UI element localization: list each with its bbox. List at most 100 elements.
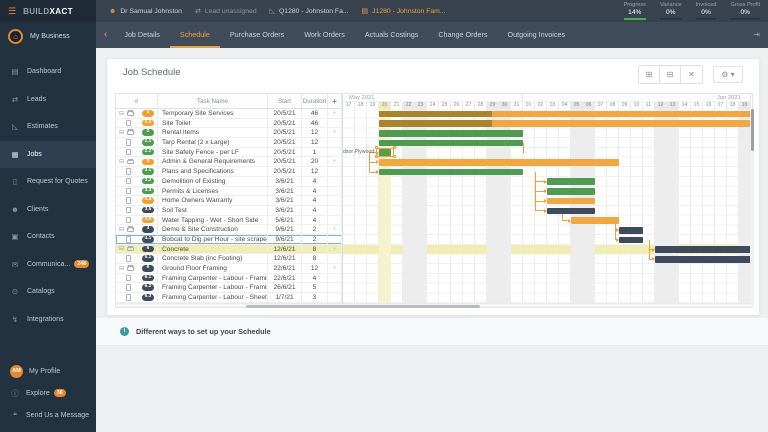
tab-actuals-costings[interactable]: Actuals Costings	[355, 22, 429, 48]
topbar-item[interactable]: ☻Dr Samual Johnston	[109, 8, 182, 15]
table-row[interactable]: ⊟2Rental Items20/5/2112+	[116, 128, 342, 138]
resize-handle[interactable]	[393, 155, 396, 158]
sidebar-item-contacts[interactable]: ▣Contacts	[0, 223, 96, 251]
zoom-in-button[interactable]: ⊞	[639, 66, 660, 83]
tab-outgoing-invoices[interactable]: Outgoing Invoices	[498, 22, 576, 48]
day-header-cell: 20	[379, 102, 391, 109]
table-row[interactable]: 5.1Concrete Slab (inc Footing)12/6/218	[116, 254, 342, 264]
gantt-bar[interactable]: Water Tapping - Wet - Short Side	[571, 217, 619, 224]
sidebar-item-jobs[interactable]: ▦Jobs	[0, 141, 96, 169]
gantt-bar[interactable]: Tarp Rental (2 x Large)	[379, 140, 523, 147]
sidebar-item-label: Request for Quotes	[27, 178, 88, 185]
row-add-placeholder	[328, 216, 342, 225]
row-add-button[interactable]: +	[328, 264, 342, 273]
hamburger-menu-icon[interactable]: ☰	[8, 6, 16, 17]
gantt-bar[interactable]: Admin & General Requirements	[379, 159, 619, 166]
gantt-settings-button[interactable]: ⚙ ▾	[713, 66, 743, 83]
gantt-bar[interactable]: Home Owners Warranty	[547, 198, 595, 205]
sidebar-footer-send-us-a-message[interactable]: ❝Send Us a Message	[0, 404, 96, 426]
gantt-bar[interactable]: Site Toilet	[379, 120, 751, 127]
gantt-bar[interactable]: Plans and Specifications	[379, 169, 523, 176]
table-row[interactable]: 3.5Soil Test3/6/214	[116, 206, 342, 216]
row-add-button[interactable]: +	[328, 128, 342, 137]
day-header-cell: 13	[667, 102, 679, 109]
table-row[interactable]: ⊟6Ground Floor Framing22/6/2112+	[116, 264, 342, 274]
task-start-date: 26/6/21	[268, 283, 302, 292]
day-header-cell: 26	[451, 102, 463, 109]
brand-build: BUILD	[23, 7, 49, 16]
table-row[interactable]: 6.2Framing Carpenter - Labour - Framing …	[116, 283, 342, 293]
table-row[interactable]: 2.2Site Safety Fence - per LF20/5/211	[116, 148, 342, 158]
gantt-bar[interactable]: Temporary Site Services	[379, 111, 751, 118]
task-number-badge: 3.2	[142, 178, 154, 185]
sidebar-item-clients[interactable]: ☻Clients	[0, 196, 96, 224]
table-row[interactable]: 6.3Framing Carpenter - Labour - Sheet Fl…	[116, 293, 342, 303]
sidebar-item-request-for-quotes[interactable]: ▯Request for Quotes	[0, 168, 96, 196]
table-row[interactable]: 3.1Plans and Specifications20/5/2112	[116, 167, 342, 177]
table-row[interactable]: 3.4Home Owners Warranty3/6/214	[116, 196, 342, 206]
tab-work-orders[interactable]: Work Orders	[294, 22, 355, 48]
sidebar-item-communica-[interactable]: ✉Communica...248	[0, 251, 96, 279]
table-row[interactable]: ⊟5Concrete12/6/218+	[116, 245, 342, 255]
schedule-help-note[interactable]: i Different ways to set up your Schedule	[96, 318, 768, 346]
table-row[interactable]: 3.2Demolition of Existing3/6/214	[116, 177, 342, 187]
task-duration: 8	[302, 245, 328, 254]
row-add-button[interactable]: +	[328, 225, 342, 234]
tab-overflow-icon[interactable]: ⇥	[753, 22, 768, 48]
table-row[interactable]: 3.6Water Tapping - Wet - Short Side5/6/2…	[116, 216, 342, 226]
expand-button[interactable]: ✕	[681, 66, 702, 83]
topbar-item[interactable]: ◺Q1280 - Johnston Fa...	[270, 7, 349, 15]
row-add-button[interactable]: +	[328, 109, 342, 118]
table-row[interactable]: 4.1Bobcat to Dig per Hour - site scrape9…	[116, 235, 342, 245]
column-header-start[interactable]: Start	[268, 94, 302, 108]
gantt-bar[interactable]: Demo & Site Construction	[619, 227, 643, 234]
sidebar-business[interactable]: ⌂ My Business	[0, 22, 96, 50]
column-header-num[interactable]: #	[116, 94, 158, 108]
table-row[interactable]: 6.1Framing Carpenter - Labour - Framing …	[116, 274, 342, 284]
table-row[interactable]: 3.3Permits & Licenses3/6/214	[116, 187, 342, 197]
table-row[interactable]: 2.1Tarp Rental (2 x Large)20/5/2112	[116, 138, 342, 148]
tab-job-details[interactable]: Job Details	[114, 22, 170, 48]
column-header-task[interactable]: Task Name	[158, 94, 268, 108]
gantt-body[interactable]: dsor Plywood)Temporary Site ServicesSite…	[343, 109, 751, 303]
sidebar-footer-explore[interactable]: ⓘExplore36	[0, 382, 96, 404]
zoom-out-button[interactable]: ⊟	[660, 66, 681, 83]
gantt-bar[interactable]: Soil Test	[547, 208, 595, 215]
tab-change-orders[interactable]: Change Orders	[428, 22, 497, 48]
topbar-item[interactable]: ▤J1280 - Johnston Fam...	[362, 7, 446, 15]
collapse-sidebar-icon[interactable]: ‹	[96, 22, 114, 48]
tab-purchase-orders[interactable]: Purchase Orders	[220, 22, 294, 48]
topbar-item[interactable]: ⇄Lead unassigned	[195, 7, 257, 15]
gantt-bar[interactable]: Concrete	[655, 246, 751, 253]
row-add-button[interactable]: +	[328, 245, 342, 254]
table-row[interactable]: 1.1Site Toilet20/5/2146	[116, 119, 342, 129]
sidebar-item-leads[interactable]: ⇄Leads	[0, 86, 96, 114]
sidebar-item-dashboard[interactable]: ▤Dashboard	[0, 58, 96, 86]
sidebar-footer-my-profile[interactable]: AMMy Profile	[0, 360, 96, 382]
horizontal-scrollbar[interactable]	[116, 303, 754, 307]
gantt-bar[interactable]: Permits & Licenses	[547, 188, 595, 195]
resize-handle[interactable]	[375, 155, 378, 158]
table-row[interactable]: ⊟1Temporary Site Services20/5/2146+	[116, 109, 342, 119]
row-add-button[interactable]: +	[328, 157, 342, 166]
column-header-dur[interactable]: Duration	[302, 94, 328, 108]
resize-handle[interactable]	[375, 146, 378, 149]
sidebar-item-estimates[interactable]: ◺Estimates	[0, 113, 96, 141]
gantt-bar[interactable]: Concrete Slab (inc Footing)	[655, 256, 751, 263]
task-number-badge: 5.1	[142, 255, 154, 262]
add-task-button[interactable]: +	[328, 94, 342, 108]
tab-schedule[interactable]: Schedule	[170, 22, 220, 48]
table-row[interactable]: ⊟4Demo & Site Construction9/6/212+	[116, 225, 342, 235]
table-row[interactable]: ⊟3Admin & General Requirements20/5/2120+	[116, 157, 342, 167]
gantt-vertical-scrollbar[interactable]	[750, 109, 754, 303]
day-header-cell: 06	[583, 102, 595, 109]
gantt-bar[interactable]: Rental Items	[379, 130, 523, 137]
task-name: Tarp Rental (2 x Large)	[158, 138, 268, 147]
sidebar-item-integrations[interactable]: ↯Integrations	[0, 306, 96, 334]
sidebar-item-catalogs[interactable]: ⊙Catalogs	[0, 278, 96, 306]
task-duration: 2	[302, 225, 328, 234]
resize-handle[interactable]	[393, 146, 396, 149]
gantt-bar[interactable]: Demolition of Existing	[547, 178, 595, 185]
gantt-bar[interactable]: Bobcat to Dig per Hour	[619, 237, 643, 244]
task-name: Framing Carpenter - Labour - Framing (	[158, 274, 268, 283]
